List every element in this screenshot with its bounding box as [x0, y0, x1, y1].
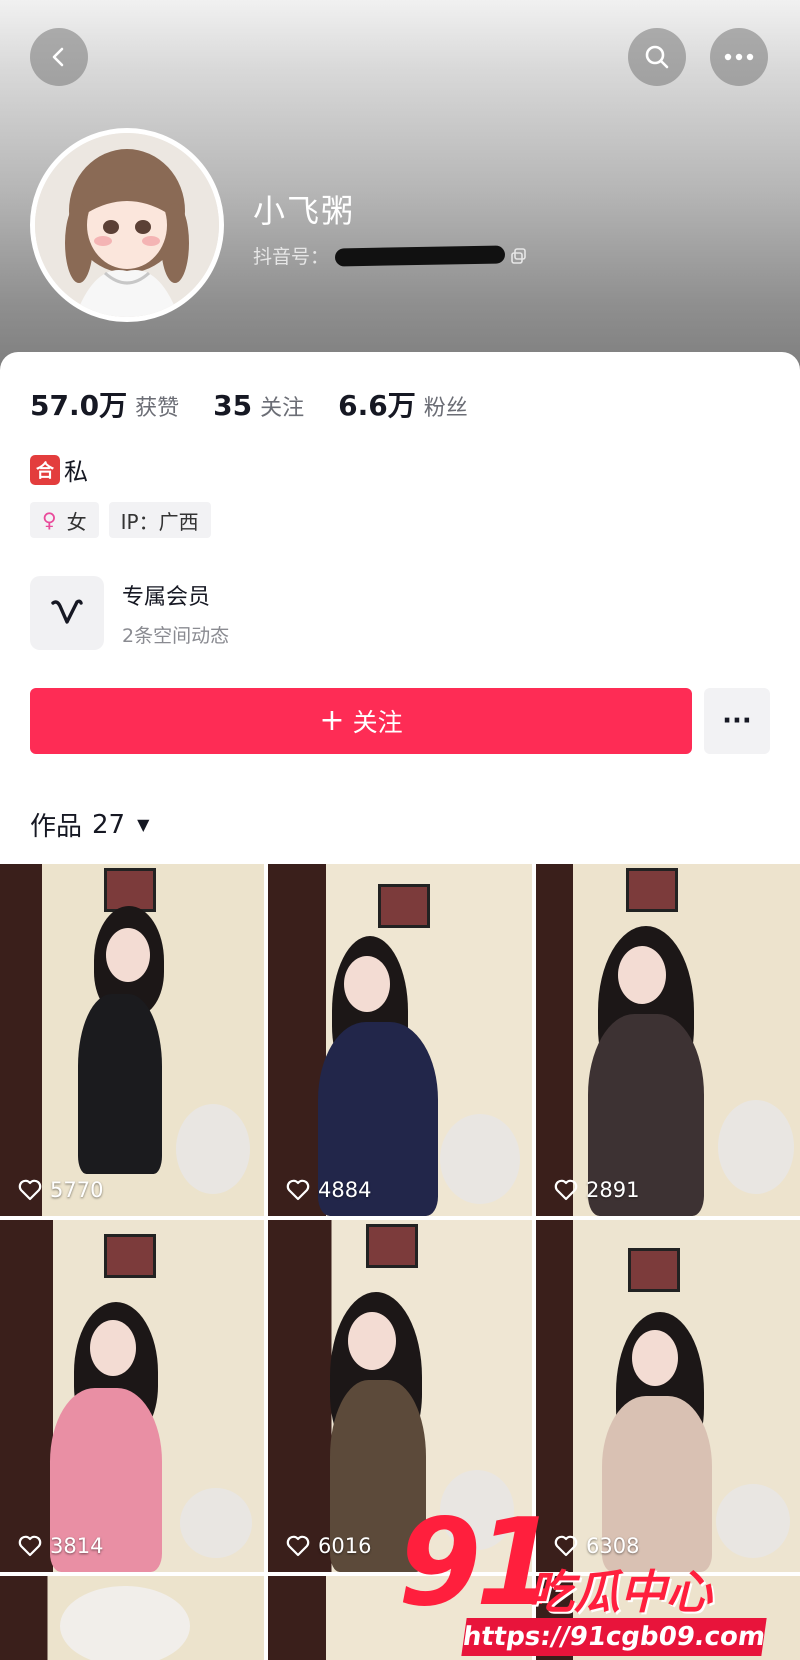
wall-picture — [366, 1224, 418, 1268]
works-count: 27 — [92, 809, 126, 840]
stat-followers[interactable]: 6.6万 粉丝 — [338, 384, 468, 424]
video-tile[interactable]: 5770 — [0, 864, 264, 1216]
profile-bio: 合 私 — [30, 452, 88, 487]
follow-label: 关注 — [352, 708, 403, 737]
ip-tag: IP：广西 — [108, 502, 211, 538]
site-watermark: 91 吃瓜中心 https://91cgb09.com — [398, 1494, 798, 1660]
figure-body — [78, 994, 162, 1174]
video-likes-count: 3814 — [50, 1534, 104, 1558]
figure-face — [618, 946, 666, 1004]
wall-picture — [378, 884, 430, 928]
plush-toy — [440, 1114, 520, 1204]
watermark-url: https://91cgb09.com — [461, 1618, 767, 1656]
search-button[interactable] — [628, 28, 686, 86]
copy-icon[interactable] — [511, 247, 527, 264]
video-likes: 4884 — [286, 1178, 371, 1202]
profile-tags: ♀ 女 IP：广西 — [30, 502, 221, 538]
chevron-left-icon — [52, 47, 64, 67]
member-subtitle: 2条空间动态 — [122, 624, 230, 647]
avatar-illustration — [35, 133, 219, 317]
member-title: 专属会员 — [122, 584, 211, 610]
avatar[interactable] — [30, 128, 224, 322]
video-likes-count: 4884 — [318, 1178, 372, 1202]
plush-toy — [718, 1100, 794, 1194]
search-icon — [645, 45, 669, 69]
video-likes: 3814 — [18, 1534, 103, 1558]
stat-followers-number: 6.6万 — [338, 389, 416, 422]
video-likes: 6016 — [286, 1534, 371, 1558]
wall-picture — [628, 1248, 680, 1292]
stat-likes-number: 57.0万 — [30, 389, 128, 422]
stat-likes[interactable]: 57.0万 获赞 — [30, 384, 179, 424]
stat-likes-label: 获赞 — [135, 396, 180, 421]
figure-face — [344, 956, 390, 1012]
video-likes-count: 2891 — [586, 1178, 640, 1202]
stat-following-label: 关注 — [260, 396, 305, 421]
redacted-id — [334, 245, 506, 266]
plush-toy — [180, 1488, 252, 1558]
video-tile[interactable]: 4884 — [268, 864, 532, 1216]
exclusive-member-entry[interactable]: 专属会员 2条空间动态 — [30, 576, 229, 650]
ip-tag-label: IP：广西 — [120, 509, 199, 534]
member-logo — [30, 576, 104, 650]
bio-emoji-icon: 合 — [30, 454, 60, 485]
douyin-id-label: 抖音号： — [253, 246, 330, 268]
caret-down-icon: ▼ — [137, 815, 150, 834]
video-likes-count: 6016 — [318, 1534, 372, 1558]
profile-stats: 57.0万 获赞 35 关注 6.6万 粉丝 — [30, 384, 502, 424]
video-likes: 5770 — [18, 1178, 103, 1202]
works-tab[interactable]: 作品 27 ▼ — [30, 806, 149, 843]
bio-text: 私 — [64, 458, 88, 486]
more-options-button[interactable] — [710, 28, 768, 86]
stat-following[interactable]: 35 关注 — [213, 389, 304, 422]
wall-picture — [104, 1234, 156, 1278]
gender-tag-label: 女 — [66, 509, 87, 534]
heart-icon — [286, 1179, 310, 1201]
more-dots-icon — [724, 53, 754, 61]
video-tile[interactable]: 2891 — [536, 864, 800, 1216]
figure-face — [348, 1312, 396, 1370]
stat-followers-label: 粉丝 — [423, 396, 468, 421]
follow-button[interactable]: + 关注 — [30, 688, 692, 754]
video-likes-count: 5770 — [50, 1178, 104, 1202]
female-icon: ♀ — [42, 508, 57, 532]
figure-face — [106, 928, 150, 982]
works-label: 作品 — [30, 812, 83, 842]
heart-icon — [286, 1535, 310, 1557]
figure-face — [632, 1330, 678, 1386]
heart-icon — [554, 1179, 578, 1201]
douyin-id: 抖音号： — [253, 242, 527, 269]
video-tile[interactable] — [0, 1576, 264, 1660]
wall-picture — [626, 868, 678, 912]
vip-v-icon — [51, 599, 83, 624]
video-likes: 2891 — [554, 1178, 639, 1202]
watermark-brand-text: 吃瓜中心 — [528, 1565, 712, 1619]
figure-face — [90, 1320, 136, 1376]
back-button[interactable] — [30, 28, 88, 86]
bunny-ears — [60, 1586, 190, 1660]
plus-icon: + — [319, 703, 345, 738]
stat-following-number: 35 — [213, 389, 253, 422]
heart-icon — [18, 1535, 42, 1557]
follow-more-button[interactable]: ··· — [704, 688, 770, 754]
profile-nickname: 小飞粥 — [253, 192, 356, 230]
gender-tag: ♀ 女 — [30, 502, 99, 538]
heart-icon — [18, 1179, 42, 1201]
member-text: 专属会员 2条空间动态 — [122, 579, 229, 648]
plush-toy — [176, 1104, 250, 1194]
video-tile[interactable]: 3814 — [0, 1220, 264, 1572]
